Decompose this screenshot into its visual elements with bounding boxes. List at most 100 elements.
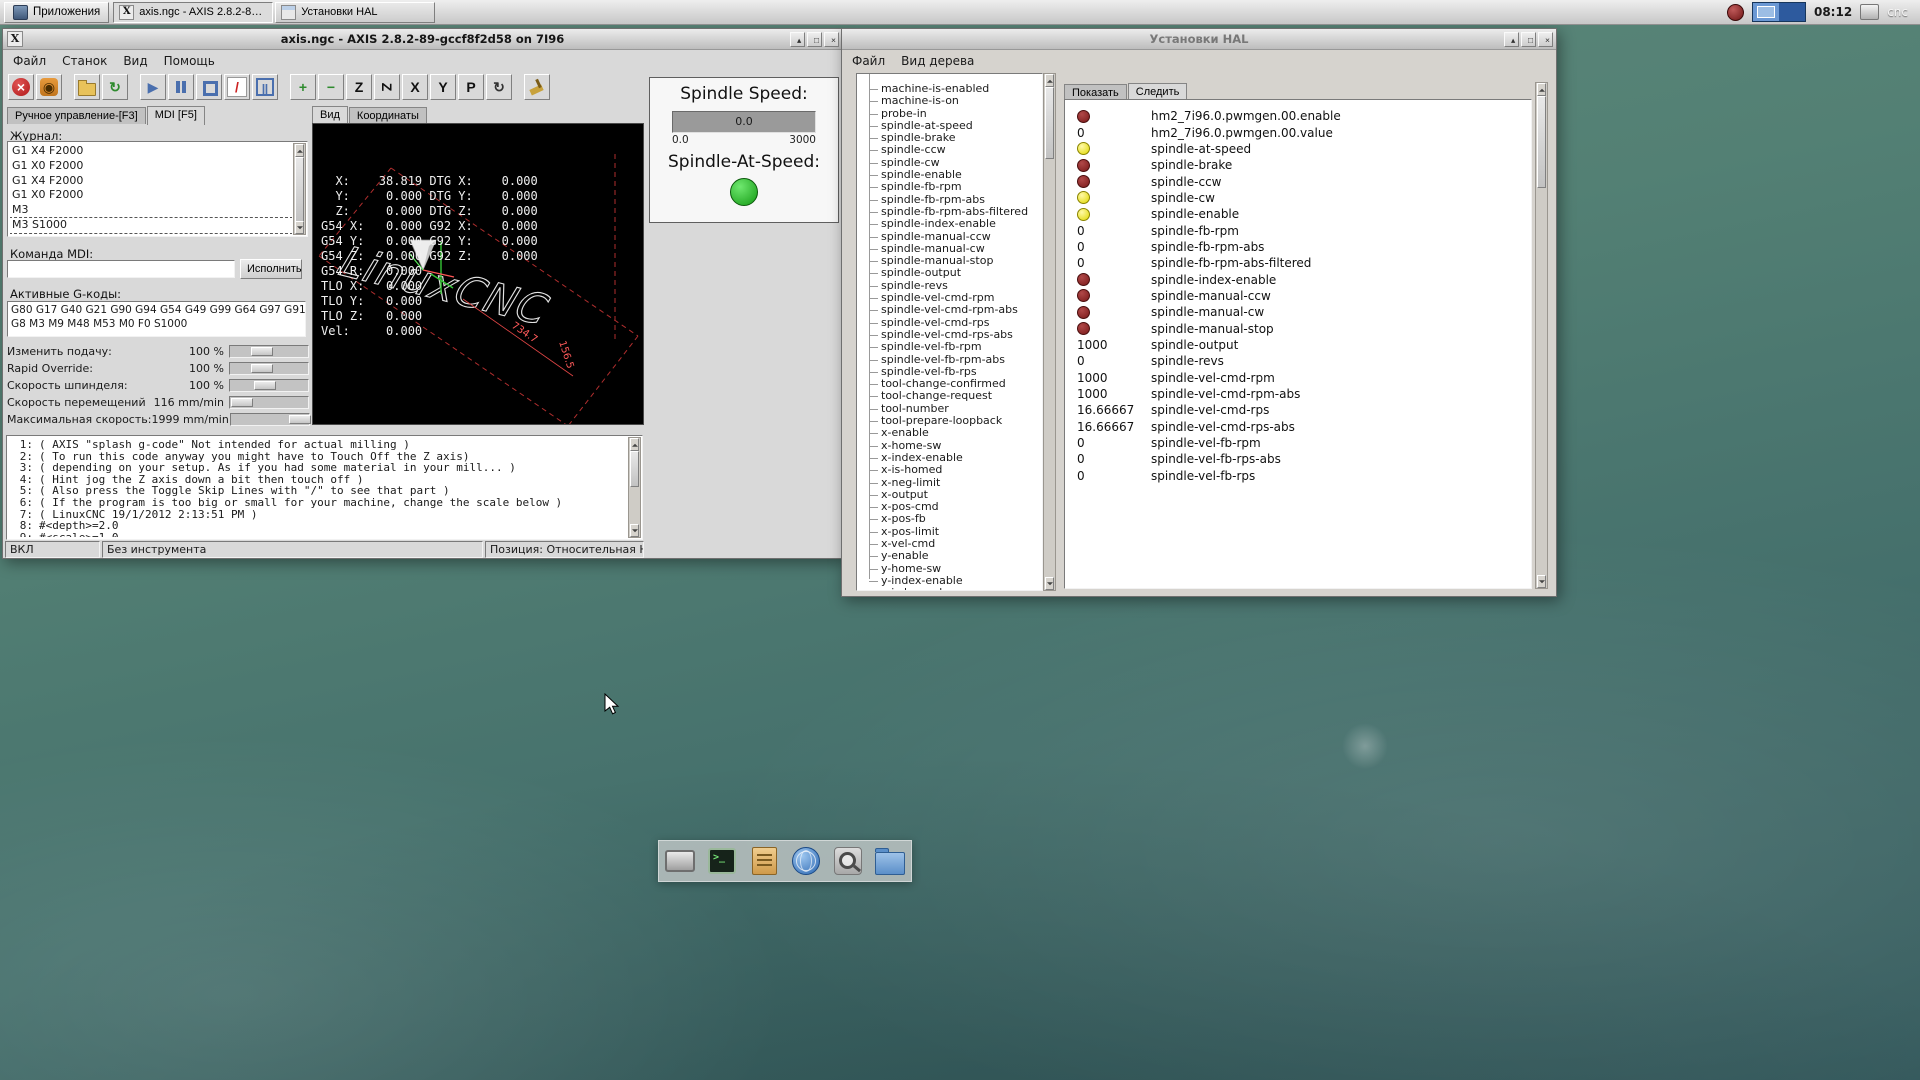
slider-handle[interactable] — [254, 381, 276, 390]
view-p-button[interactable]: P — [458, 74, 484, 100]
mdi-history-entry[interactable]: G1 X0 F2000 — [10, 188, 292, 203]
scroll-up-button[interactable] — [1045, 74, 1054, 87]
mdi-history-entry[interactable]: M3 — [10, 203, 292, 218]
slider-handle[interactable] — [289, 415, 311, 424]
workspace-pager[interactable] — [1752, 2, 1806, 22]
preview-tab[interactable]: Координаты — [349, 107, 427, 124]
menu-item[interactable]: Помощь — [156, 52, 223, 70]
scroll-down-button[interactable] — [630, 524, 639, 537]
maximize-button[interactable]: □ — [807, 32, 822, 47]
hal-watch-panel[interactable]: hm2_7i96.0.pwmgen.00.enable 0 hm2_7i96.0… — [1064, 99, 1532, 589]
watch-row[interactable]: spindle-cw — [1065, 190, 1531, 206]
dock-icon-search[interactable] — [831, 844, 865, 878]
dock-icon-terminal[interactable] — [705, 844, 739, 878]
hal-tree-item[interactable]: machine-is-on — [857, 95, 1042, 107]
hal-tree-item[interactable]: spindle-ccw — [857, 144, 1042, 156]
view-z-button[interactable]: Z — [346, 74, 372, 100]
notification-tray-icon[interactable] — [1727, 4, 1744, 21]
control-tab[interactable]: MDI [F5] — [147, 106, 205, 125]
tray-utility-icon[interactable] — [1860, 4, 1879, 20]
watch-row[interactable]: spindle-ccw — [1065, 173, 1531, 189]
view-y-button[interactable]: Y — [430, 74, 456, 100]
toggle-optional-pause-button[interactable]: ‖ — [252, 74, 278, 100]
slider-handle[interactable] — [231, 398, 253, 407]
hal-tree-item[interactable]: x-enable — [857, 427, 1042, 439]
axis-titlebar[interactable]: X axis.ngc - AXIS 2.8.2-89-gccf8f2d58 on… — [3, 29, 842, 50]
scrollbar-thumb[interactable] — [1045, 87, 1054, 159]
program-scrollbar[interactable] — [628, 437, 641, 538]
watch-row[interactable]: 0 spindle-vel-fb-rpm — [1065, 435, 1531, 451]
workspace-active[interactable] — [1753, 3, 1779, 21]
watch-scrollbar[interactable] — [1535, 82, 1548, 589]
close-button[interactable]: × — [824, 32, 839, 47]
watch-row[interactable]: 1000 spindle-output — [1065, 337, 1531, 353]
applications-menu-button[interactable]: Приложения — [4, 2, 109, 23]
hal-tree-item[interactable]: y-enable — [857, 550, 1042, 562]
preview-canvas[interactable]: LinuxCNC 734.7 156.5 X: 38.819 DTG X: 0.… — [312, 123, 644, 425]
view-x-button[interactable]: X — [402, 74, 428, 100]
program-line[interactable]: 8: #<depth>=2.0 — [9, 520, 627, 532]
override-slider[interactable] — [229, 345, 309, 358]
maximize-button[interactable]: □ — [1521, 32, 1536, 47]
watch-row[interactable]: 0 spindle-fb-rpm-abs-filtered — [1065, 255, 1531, 271]
reload-file-button[interactable]: ↻ — [102, 74, 128, 100]
tree-scrollbar[interactable] — [1043, 73, 1056, 591]
hal-tree-item[interactable]: x-neg-limit — [857, 477, 1042, 489]
hal-tree-item[interactable]: spindle-index-enable — [857, 218, 1042, 230]
watch-row[interactable]: spindle-manual-stop — [1065, 320, 1531, 336]
mdi-history-entry[interactable]: G1 X0 F2000 — [10, 159, 292, 174]
estop-button[interactable]: × — [8, 74, 34, 100]
mdi-execute-button[interactable]: Исполнить — [240, 259, 302, 279]
watch-row[interactable]: spindle-index-enable — [1065, 271, 1531, 287]
mdi-history-entry[interactable]: G1 X4 F2000 — [10, 174, 292, 189]
hal-tree-item[interactable]: y-is-homed — [857, 587, 1042, 591]
scroll-down-button[interactable] — [295, 221, 304, 234]
scroll-down-button[interactable] — [1537, 575, 1546, 588]
toggle-skip-lines-button[interactable]: / — [224, 74, 250, 100]
scroll-up-button[interactable] — [1537, 83, 1546, 96]
watch-row[interactable]: 1000 spindle-vel-cmd-rpm — [1065, 370, 1531, 386]
dock-icon-panel[interactable] — [663, 844, 697, 878]
taskbar-window-button[interactable]: axis.ngc - AXIS 2.8.2-89-... — [113, 2, 273, 23]
menu-item[interactable]: Файл — [844, 52, 893, 70]
menu-item[interactable]: Вид — [115, 52, 155, 70]
hal-pin-tree[interactable]: machine-is-enabledmachine-is-onprobe-ins… — [856, 73, 1043, 591]
control-tab[interactable]: Ручное управление-[F3] — [7, 107, 146, 124]
clear-plot-button[interactable] — [524, 74, 550, 100]
watch-row[interactable]: 0 spindle-vel-fb-rps — [1065, 468, 1531, 484]
dock-icon-files[interactable] — [873, 844, 907, 878]
menu-item[interactable]: Станок — [54, 52, 115, 70]
watch-row[interactable]: 16.66667 spindle-vel-cmd-rps-abs — [1065, 419, 1531, 435]
zoom-out-button[interactable]: − — [318, 74, 344, 100]
hal-tree-item[interactable]: spindle-output — [857, 267, 1042, 279]
shade-button[interactable]: ▴ — [1504, 32, 1519, 47]
scroll-down-button[interactable] — [1045, 577, 1054, 590]
rotate-view-button[interactable]: ↻ — [486, 74, 512, 100]
watch-row[interactable]: 1000 spindle-vel-cmd-rpm-abs — [1065, 386, 1531, 402]
view-z2-button[interactable]: Z — [374, 74, 400, 100]
hal-tree-item[interactable]: spindle-vel-cmd-rpm-abs — [857, 304, 1042, 316]
program-line[interactable]: 1: ( AXIS "splash g-code" Not intended f… — [9, 439, 627, 451]
watch-row[interactable]: 0 spindle-vel-fb-rps-abs — [1065, 451, 1531, 467]
dock-icon-browser[interactable] — [789, 844, 823, 878]
scroll-up-button[interactable] — [630, 438, 639, 451]
override-slider[interactable] — [229, 396, 309, 409]
history-scrollbar[interactable] — [293, 143, 306, 235]
watch-row[interactable]: 0 spindle-fb-rpm-abs — [1065, 239, 1531, 255]
hal-tree-item[interactable]: spindle-vel-fb-rpm — [857, 341, 1042, 353]
taskbar-window-button[interactable]: Установки HAL — [275, 2, 435, 23]
watch-row[interactable]: spindle-at-speed — [1065, 141, 1531, 157]
zoom-in-button[interactable]: + — [290, 74, 316, 100]
hal-titlebar[interactable]: Установки HAL ▴□× — [842, 29, 1556, 50]
hal-tree-item[interactable]: spindle-vel-fb-rpm-abs — [857, 354, 1042, 366]
watch-row[interactable]: spindle-enable — [1065, 206, 1531, 222]
hal-tree-item[interactable]: spindle-fb-rpm — [857, 181, 1042, 193]
mdi-history-list[interactable]: G1 X4 F2000G1 X0 F2000G1 X4 F2000G1 X0 F… — [7, 141, 308, 237]
program-line[interactable]: 6: ( If the program is too big or small … — [9, 497, 627, 509]
close-button[interactable]: × — [1538, 32, 1553, 47]
shade-button[interactable]: ▴ — [790, 32, 805, 47]
menu-item[interactable]: Файл — [5, 52, 54, 70]
mdi-command-input[interactable] — [7, 260, 235, 278]
slider-handle[interactable] — [251, 347, 273, 356]
scroll-up-button[interactable] — [295, 144, 304, 157]
